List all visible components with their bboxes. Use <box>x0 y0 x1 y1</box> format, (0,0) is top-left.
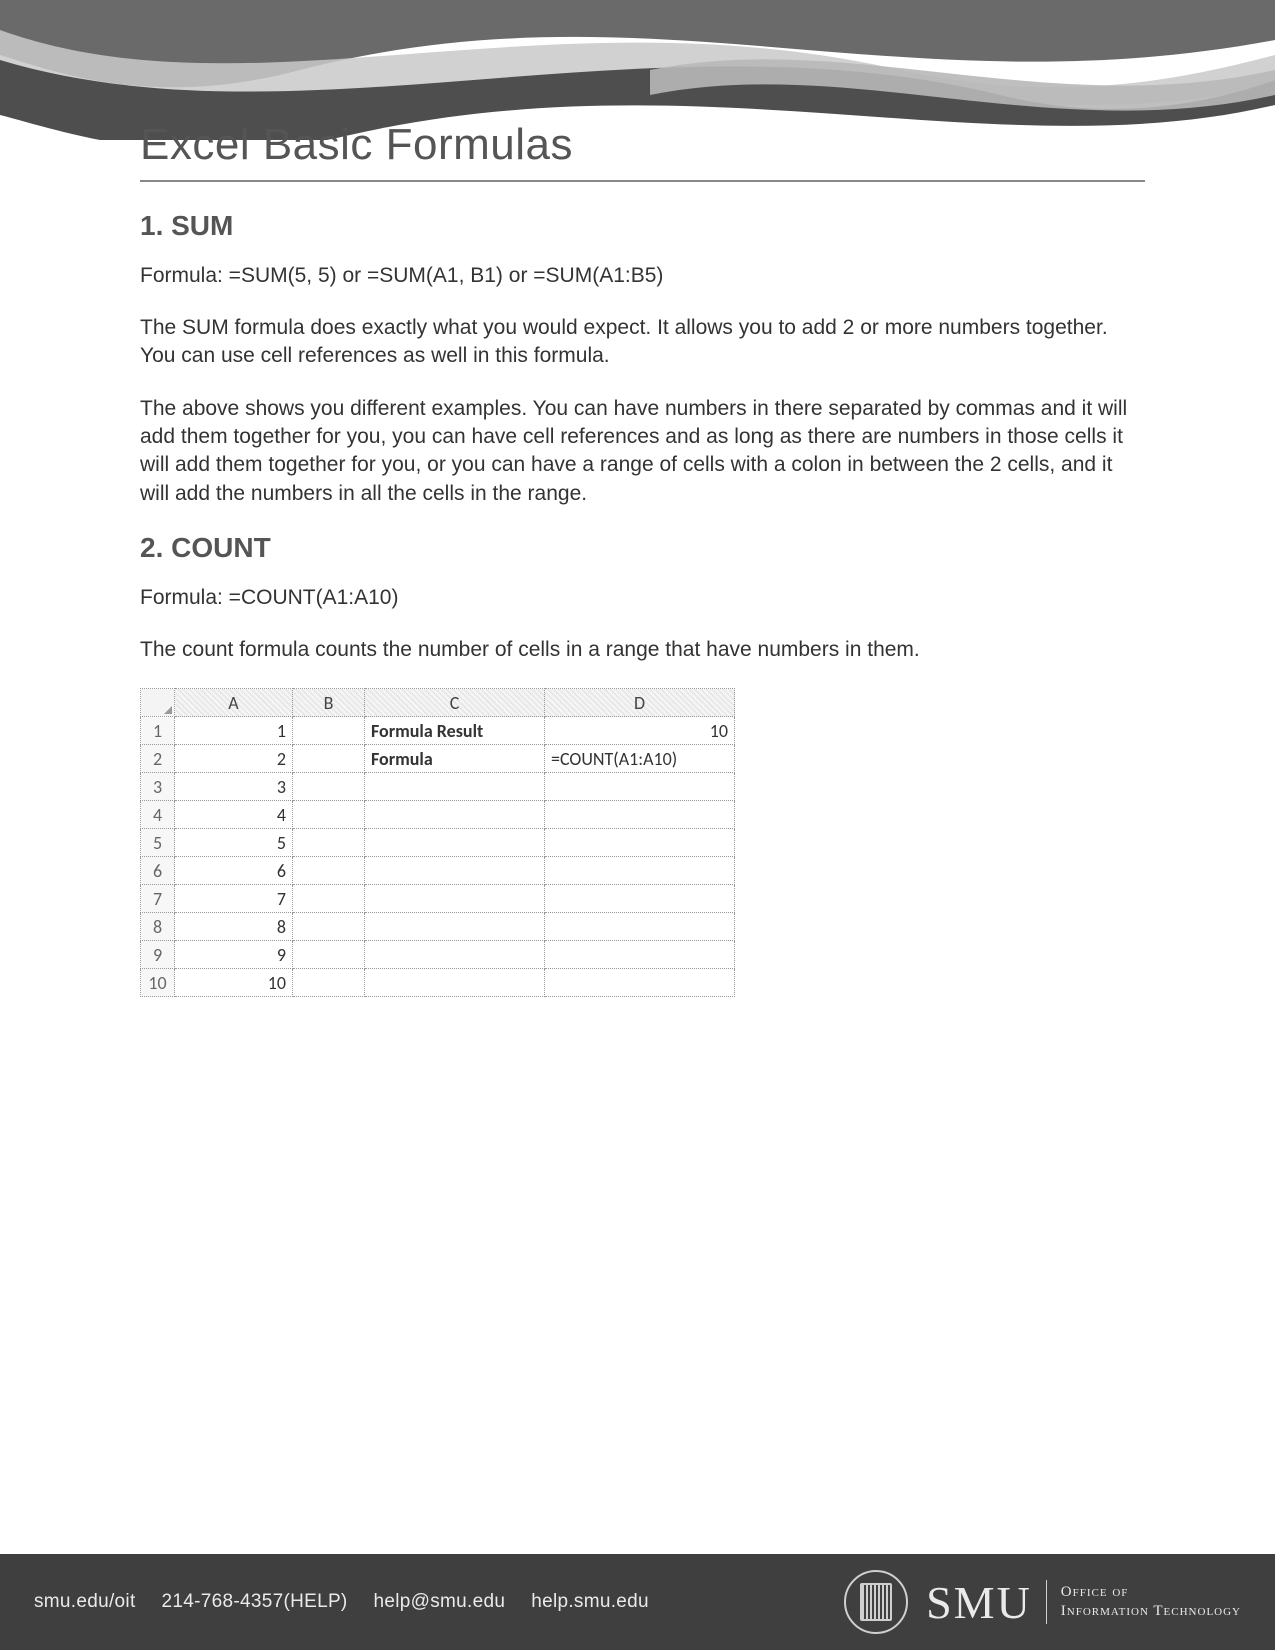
footer-email: help@smu.edu <box>374 1591 506 1613</box>
cell-C <box>365 885 545 913</box>
cell-B <box>293 885 365 913</box>
cell-B <box>293 913 365 941</box>
cell-C <box>365 801 545 829</box>
cell-D <box>545 801 735 829</box>
count-paragraph-1: The count formula counts the number of c… <box>140 636 1145 664</box>
cell-A: 1 <box>175 717 293 745</box>
cell-C: Formula Result <box>365 717 545 745</box>
table-row: 22 Formula=COUNT(A1:A10) <box>141 745 735 773</box>
section-heading-sum: 1. SUM <box>140 210 1145 242</box>
cell-B <box>293 857 365 885</box>
page: Excel Basic Formulas 1. SUM Formula: =SU… <box>0 0 1275 1650</box>
table-row: 11 Formula Result10 <box>141 717 735 745</box>
cell-D <box>545 857 735 885</box>
document-content: Excel Basic Formulas 1. SUM Formula: =SU… <box>140 120 1145 997</box>
col-header-A: A <box>175 689 293 717</box>
cell-B <box>293 745 365 773</box>
footer-link-oit: smu.edu/oit <box>34 1591 136 1613</box>
cell-D <box>545 885 735 913</box>
sum-paragraph-1: The SUM formula does exactly what you wo… <box>140 314 1145 371</box>
row-header: 7 <box>141 885 175 913</box>
footer-contact-block: smu.edu/oit 214-768-4357(HELP) help@smu.… <box>34 1591 649 1613</box>
footer-brand-block: SMU Office of Information Technology <box>844 1570 1241 1634</box>
cell-A: 8 <box>175 913 293 941</box>
row-header: 6 <box>141 857 175 885</box>
cell-A: 2 <box>175 745 293 773</box>
cell-C <box>365 969 545 997</box>
table-row: 33 <box>141 773 735 801</box>
spreadsheet-example: A B C D 11Formula Result1022Formula=COUN… <box>140 688 735 997</box>
cell-D <box>545 941 735 969</box>
cell-C <box>365 829 545 857</box>
row-header: 1 <box>141 717 175 745</box>
cell-A: 5 <box>175 829 293 857</box>
document-title: Excel Basic Formulas <box>140 120 1145 170</box>
row-header: 2 <box>141 745 175 773</box>
smu-seal-icon <box>844 1570 908 1634</box>
table-row: 99 <box>141 941 735 969</box>
row-header: 8 <box>141 913 175 941</box>
cell-D <box>545 829 735 857</box>
cell-C <box>365 941 545 969</box>
waves-svg <box>0 0 1275 140</box>
cell-C <box>365 857 545 885</box>
smu-wordmark: SMU <box>926 1576 1032 1629</box>
table-row: 66 <box>141 857 735 885</box>
footer-help-site: help.smu.edu <box>531 1591 649 1613</box>
cell-B <box>293 801 365 829</box>
cell-D <box>545 773 735 801</box>
cell-A: 3 <box>175 773 293 801</box>
cell-C: Formula <box>365 745 545 773</box>
section-heading-count: 2. COUNT <box>140 532 1145 564</box>
cell-D: 10 <box>545 717 735 745</box>
row-header: 10 <box>141 969 175 997</box>
col-header-D: D <box>545 689 735 717</box>
cell-A: 10 <box>175 969 293 997</box>
cell-A: 9 <box>175 941 293 969</box>
cell-D <box>545 913 735 941</box>
smu-subtitle-line1: Office of <box>1061 1583 1241 1602</box>
seal-columns-icon <box>860 1583 892 1621</box>
cell-B <box>293 829 365 857</box>
cell-C <box>365 773 545 801</box>
table-row: 55 <box>141 829 735 857</box>
row-header: 5 <box>141 829 175 857</box>
table-row: 77 <box>141 885 735 913</box>
table-row: 44 <box>141 801 735 829</box>
spreadsheet-header-row: A B C D <box>141 689 735 717</box>
col-header-C: C <box>365 689 545 717</box>
count-formula-line: Formula: =COUNT(A1:A10) <box>140 586 1145 610</box>
smu-divider <box>1046 1580 1047 1624</box>
header-waves-decoration <box>0 0 1275 140</box>
cell-B <box>293 773 365 801</box>
cell-A: 7 <box>175 885 293 913</box>
cell-A: 6 <box>175 857 293 885</box>
cell-B <box>293 717 365 745</box>
row-header: 9 <box>141 941 175 969</box>
page-footer: smu.edu/oit 214-768-4357(HELP) help@smu.… <box>0 1554 1275 1650</box>
row-header: 4 <box>141 801 175 829</box>
smu-subtitle: Office of Information Technology <box>1061 1583 1241 1621</box>
col-header-B: B <box>293 689 365 717</box>
smu-wordmark-block: SMU Office of Information Technology <box>926 1576 1241 1629</box>
spreadsheet-corner <box>141 689 175 717</box>
table-row: 1010 <box>141 969 735 997</box>
cell-D: =COUNT(A1:A10) <box>545 745 735 773</box>
table-row: 88 <box>141 913 735 941</box>
title-divider <box>140 180 1145 182</box>
row-header: 3 <box>141 773 175 801</box>
cell-D <box>545 969 735 997</box>
cell-A: 4 <box>175 801 293 829</box>
cell-B <box>293 941 365 969</box>
footer-phone: 214-768-4357(HELP) <box>162 1591 348 1613</box>
sum-paragraph-2: The above shows you different examples. … <box>140 395 1145 508</box>
cell-C <box>365 913 545 941</box>
cell-B <box>293 969 365 997</box>
smu-subtitle-line2: Information Technology <box>1061 1602 1241 1621</box>
sum-formula-line: Formula: =SUM(5, 5) or =SUM(A1, B1) or =… <box>140 264 1145 288</box>
